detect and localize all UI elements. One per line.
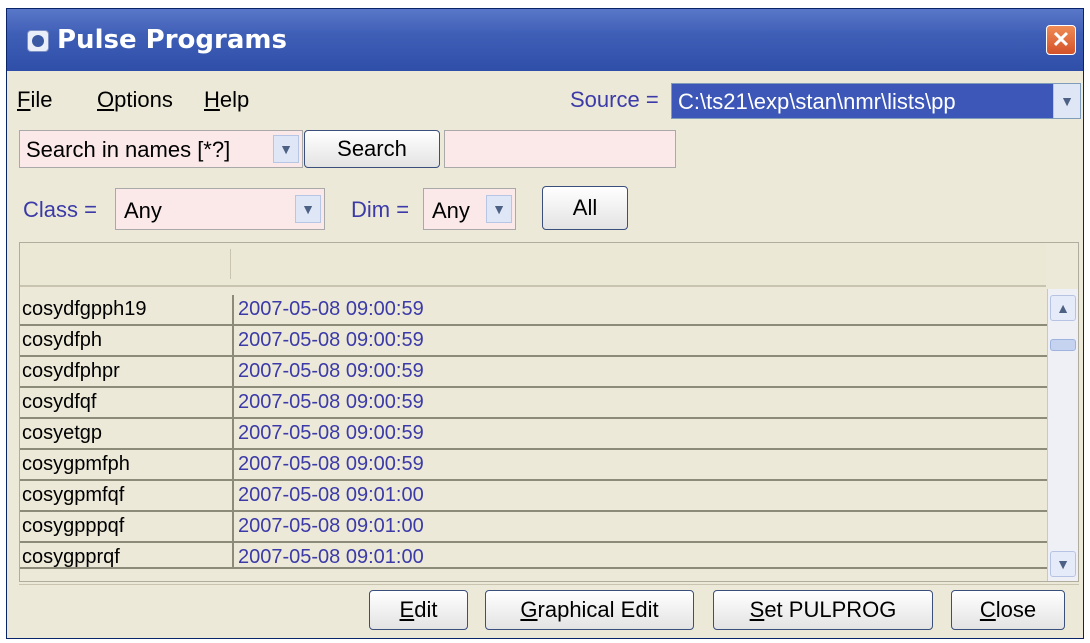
cell-date: 2007-05-08 09:01:00 — [232, 481, 1048, 510]
table-row[interactable]: cosydfph 2007-05-08 09:00:59 — [20, 326, 1048, 357]
close-window-button[interactable]: ✕ — [1046, 25, 1076, 55]
scroll-down-icon[interactable]: ▼ — [1050, 551, 1076, 577]
set-pulprog-label: et PULPROG — [764, 597, 897, 622]
chevron-down-icon[interactable]: ▼ — [295, 195, 321, 223]
window-title: Pulse Programs — [57, 25, 287, 55]
set-pulprog-button[interactable]: Set PULPROG — [713, 590, 933, 630]
footer-divider — [19, 584, 1079, 585]
graphical-edit-label: raphical Edit — [537, 597, 659, 622]
cell-date: 2007-05-08 09:00:59 — [232, 450, 1048, 479]
cell-date: 2007-05-08 09:00:59 — [232, 295, 1048, 324]
search-button[interactable]: Search — [304, 130, 440, 168]
graphical-edit-mnemonic: G — [520, 597, 538, 622]
close-button[interactable]: Close — [951, 590, 1065, 630]
table-row[interactable]: cosygpprqf 2007-05-08 09:01:00 — [20, 543, 1048, 569]
menu-options-label: ptions — [114, 87, 173, 112]
class-label: Class = — [23, 197, 97, 222]
column-divider[interactable] — [230, 249, 231, 279]
cell-name: cosygpmfqf — [22, 484, 125, 506]
menu-options[interactable]: Options — [97, 87, 173, 113]
table-header[interactable] — [20, 243, 1046, 287]
cell-date: 2007-05-08 09:01:00 — [232, 512, 1048, 541]
cell-name: cosygpprqf — [22, 546, 120, 568]
table-row[interactable]: cosygpppqf 2007-05-08 09:01:00 — [20, 512, 1048, 543]
scroll-up-icon[interactable]: ▲ — [1050, 295, 1076, 321]
menu-file-mnemonic: F — [17, 87, 31, 112]
source-label: Source = — [570, 87, 659, 112]
pulse-programs-window: Pulse Programs ✕ File Options Help Sourc… — [6, 8, 1084, 639]
cell-name: cosydfphpr — [22, 360, 120, 382]
title-bar[interactable]: Pulse Programs ✕ — [7, 9, 1083, 71]
dim-value: Any — [432, 198, 470, 223]
search-mode-select[interactable]: Search in names [*?] ▼ — [19, 130, 303, 168]
scroll-thumb[interactable] — [1050, 339, 1076, 351]
cell-name: cosydfqf — [22, 391, 97, 413]
all-button[interactable]: All — [542, 186, 628, 230]
search-mode-value: Search in names [*?] — [26, 137, 231, 162]
class-select[interactable]: Any ▼ — [115, 188, 325, 230]
menu-file-label: ile — [30, 87, 53, 112]
cell-name: cosygpppqf — [22, 515, 125, 537]
table-row[interactable]: cosygpmfqf 2007-05-08 09:01:00 — [20, 481, 1048, 512]
table-row[interactable]: cosyetgp 2007-05-08 09:00:59 — [20, 419, 1048, 450]
menu-file[interactable]: File — [17, 87, 52, 113]
table-row[interactable]: cosygpmfph 2007-05-08 09:00:59 — [20, 450, 1048, 481]
table-row[interactable]: cosydfphpr 2007-05-08 09:00:59 — [20, 357, 1048, 388]
set-pulprog-mnemonic: S — [749, 597, 765, 622]
edit-mnemonic: E — [399, 597, 415, 622]
source-value: C:\ts21\exp\stan\nmr\lists\pp — [678, 89, 956, 114]
search-input[interactable] — [444, 130, 676, 168]
cell-date: 2007-05-08 09:00:59 — [232, 326, 1048, 355]
table-row[interactable]: cosydfgpph19 2007-05-08 09:00:59 — [20, 295, 1048, 326]
menu-help-mnemonic: H — [204, 87, 220, 112]
source-select[interactable]: C:\ts21\exp\stan\nmr\lists\pp ▼ — [671, 83, 1081, 119]
chevron-down-icon[interactable]: ▼ — [486, 195, 512, 223]
cell-name: cosydfph — [22, 329, 103, 351]
menu-help-label: elp — [219, 87, 250, 112]
menu-options-mnemonic: O — [97, 87, 115, 112]
pulse-program-table: cosydfgpph19 2007-05-08 09:00:59 cosydfph… — [19, 242, 1079, 582]
cell-date: 2007-05-08 09:01:00 — [232, 543, 1048, 567]
vertical-scrollbar[interactable]: ▲ ▼ — [1047, 289, 1078, 581]
cell-date: 2007-05-08 09:00:59 — [232, 419, 1048, 448]
cell-name: cosydfgpph19 — [22, 298, 147, 320]
edit-button[interactable]: Edit — [369, 590, 468, 630]
cell-name: cosyetgp — [22, 422, 103, 444]
close-label: lose — [995, 597, 1037, 622]
edit-label: dit — [414, 597, 438, 622]
chevron-down-icon[interactable]: ▼ — [1053, 84, 1080, 118]
graphical-edit-button[interactable]: Graphical Edit — [485, 590, 694, 630]
dim-select[interactable]: Any ▼ — [423, 188, 516, 230]
cell-date: 2007-05-08 09:00:59 — [232, 357, 1048, 386]
menu-bar: File Options Help Source = C:\ts21\exp\s… — [7, 71, 1083, 123]
table-row[interactable]: cosydfqf 2007-05-08 09:00:59 — [20, 388, 1048, 419]
cell-date: 2007-05-08 09:00:59 — [232, 388, 1048, 417]
cell-name: cosygpmfph — [22, 453, 130, 475]
dim-label: Dim = — [351, 197, 410, 222]
chevron-down-icon[interactable]: ▼ — [273, 135, 299, 163]
class-value: Any — [124, 198, 162, 223]
close-mnemonic: C — [979, 597, 996, 622]
menu-help[interactable]: Help — [204, 87, 249, 113]
app-icon — [27, 30, 49, 52]
